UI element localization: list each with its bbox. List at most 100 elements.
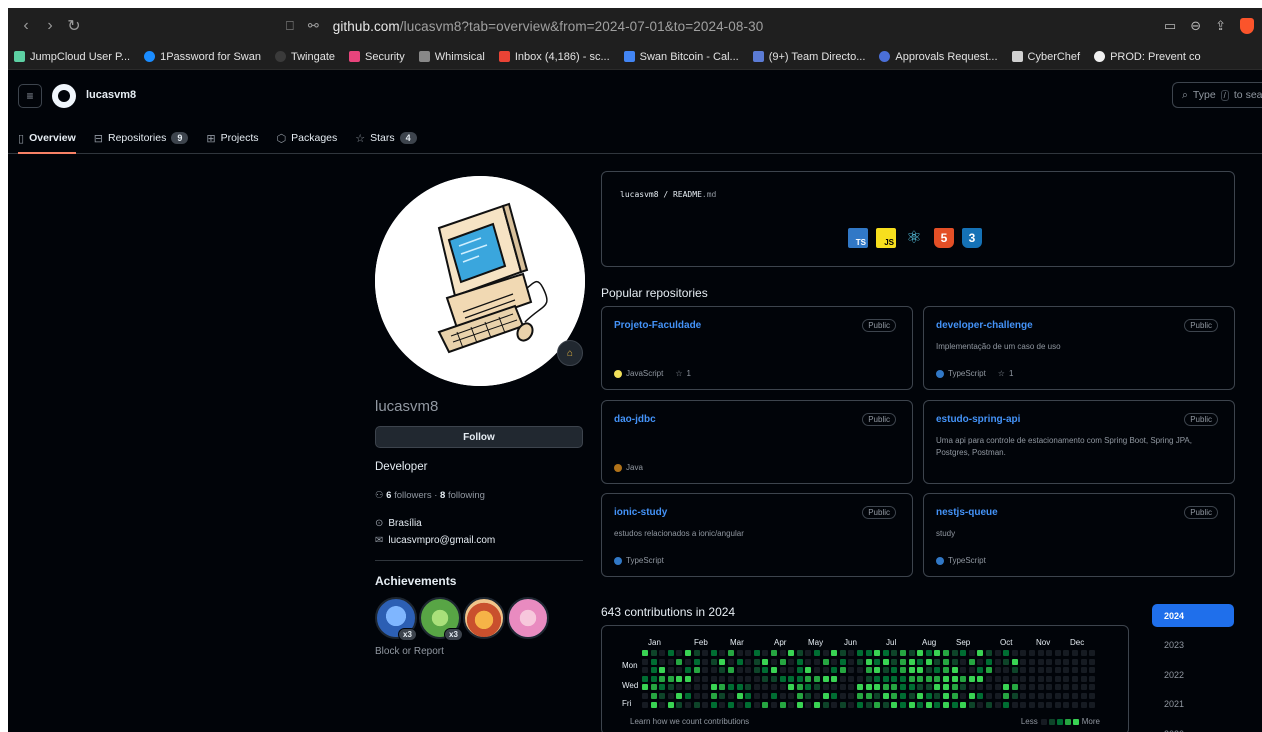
contribution-cell[interactable]	[900, 701, 906, 708]
contribution-cell[interactable]	[900, 667, 906, 674]
contribution-cell[interactable]	[1003, 693, 1010, 699]
contribution-cell[interactable]	[753, 667, 760, 674]
contribution-cell[interactable]	[1037, 658, 1044, 665]
contribution-cell[interactable]	[1011, 667, 1018, 674]
email-link[interactable]: lucasvmpro@gmail.com	[388, 535, 495, 546]
contribution-cell[interactable]	[908, 667, 915, 674]
contribution-cell[interactable]	[728, 658, 734, 665]
contribution-cell[interactable]	[1020, 650, 1027, 656]
contribution-cell[interactable]	[796, 667, 803, 674]
contribution-cell[interactable]	[710, 650, 717, 656]
contribution-cell[interactable]	[857, 650, 863, 656]
contribution-cell[interactable]	[788, 675, 795, 682]
contribution-cell[interactable]	[745, 650, 752, 656]
contribution-cell[interactable]	[719, 650, 726, 656]
contribution-cell[interactable]	[1054, 667, 1061, 674]
contribution-cell[interactable]	[762, 684, 769, 691]
contribution-cell[interactable]	[642, 684, 648, 691]
star-icon[interactable]: ☆	[675, 369, 682, 378]
contribution-cell[interactable]	[650, 658, 657, 665]
contribution-cell[interactable]	[676, 658, 683, 665]
contribution-cell[interactable]	[857, 675, 863, 682]
contribution-cell[interactable]	[702, 684, 709, 691]
contribution-cell[interactable]	[693, 684, 700, 691]
contribution-cell[interactable]	[745, 684, 752, 691]
bookmark-item[interactable]: 1Password for Swan	[138, 51, 269, 63]
contribution-cell[interactable]	[857, 667, 863, 674]
contribution-cell[interactable]	[814, 693, 820, 699]
contribution-cell[interactable]	[659, 684, 666, 691]
contribution-cell[interactable]	[771, 650, 777, 656]
contribution-cell[interactable]	[685, 675, 691, 682]
contribution-cell[interactable]	[642, 701, 648, 708]
contribution-cell[interactable]	[831, 675, 838, 682]
contribution-cell[interactable]	[925, 650, 932, 656]
contribution-cell[interactable]	[848, 675, 855, 682]
contribution-cell[interactable]	[960, 658, 967, 665]
contribution-cell[interactable]	[874, 650, 881, 656]
contribution-cell[interactable]	[1089, 693, 1096, 699]
contribution-cell[interactable]	[977, 658, 984, 665]
contribution-cell[interactable]	[728, 675, 734, 682]
contribution-cell[interactable]	[951, 650, 958, 656]
contribution-cell[interactable]	[805, 667, 812, 674]
contribution-cell[interactable]	[891, 658, 898, 665]
contribution-cell[interactable]	[1072, 667, 1078, 674]
contribution-cell[interactable]	[1072, 650, 1078, 656]
contribution-cell[interactable]	[943, 693, 949, 699]
tab-repositories[interactable]: ⊟ Repositories 9	[94, 128, 189, 148]
contribution-cell[interactable]	[831, 701, 838, 708]
contribution-cell[interactable]	[693, 650, 700, 656]
contribution-cell[interactable]	[968, 684, 975, 691]
contribution-cell[interactable]	[1054, 675, 1061, 682]
back-icon[interactable]: ‹	[14, 17, 38, 35]
contribution-cell[interactable]	[900, 675, 906, 682]
contribution-cell[interactable]	[943, 650, 949, 656]
contribution-cell[interactable]	[796, 650, 803, 656]
contribution-cell[interactable]	[951, 667, 958, 674]
contribution-cell[interactable]	[857, 693, 863, 699]
contribution-cell[interactable]	[977, 701, 984, 708]
contribution-cell[interactable]	[805, 701, 812, 708]
contribution-cell[interactable]	[728, 693, 734, 699]
bookmark-item[interactable]: Approvals Request...	[873, 51, 1005, 63]
contribution-cell[interactable]	[882, 650, 889, 656]
tab-stars[interactable]: ☆ Stars 4	[355, 128, 417, 148]
contribution-cell[interactable]	[814, 684, 820, 691]
contribution-cell[interactable]	[650, 650, 657, 656]
contribution-cell[interactable]	[1089, 658, 1096, 665]
contribution-cell[interactable]	[788, 658, 795, 665]
contribution-cell[interactable]	[1080, 701, 1087, 708]
achievements-title[interactable]: Achievements	[375, 574, 456, 588]
contribution-cell[interactable]	[710, 675, 717, 682]
contribution-cell[interactable]	[659, 658, 666, 665]
contribution-cell[interactable]	[891, 701, 898, 708]
contribution-cell[interactable]	[1089, 667, 1096, 674]
contribution-cell[interactable]	[925, 675, 932, 682]
contribution-cell[interactable]	[762, 650, 769, 656]
contribution-cell[interactable]	[968, 667, 975, 674]
contribution-cell[interactable]	[1072, 684, 1078, 691]
contribution-cell[interactable]	[1037, 650, 1044, 656]
bookmark-item[interactable]: Security	[343, 51, 413, 63]
contribution-cell[interactable]	[745, 658, 752, 665]
contribution-cell[interactable]	[762, 675, 769, 682]
contribution-cell[interactable]	[1011, 693, 1018, 699]
contribution-cell[interactable]	[1080, 693, 1087, 699]
contribution-cell[interactable]	[659, 667, 666, 674]
bookmark-item[interactable]: Twingate	[269, 51, 343, 63]
contribution-cell[interactable]	[977, 667, 984, 674]
contribution-cell[interactable]	[891, 675, 898, 682]
contribution-cell[interactable]	[934, 667, 941, 674]
contribution-cell[interactable]	[994, 675, 1001, 682]
contribution-cell[interactable]	[710, 667, 717, 674]
address-bar[interactable]: ⎕ ⚯ github.com/lucasvm8?tab=overview&fro…	[286, 8, 763, 44]
contribution-cell[interactable]	[882, 693, 889, 699]
contribution-cell[interactable]	[891, 650, 898, 656]
contribution-cell[interactable]	[1029, 701, 1035, 708]
contribution-cell[interactable]	[968, 650, 975, 656]
contribution-cell[interactable]	[779, 675, 786, 682]
contribution-cell[interactable]	[710, 684, 717, 691]
tab-projects[interactable]: ⊞ Projects	[206, 128, 258, 148]
contribution-cell[interactable]	[925, 701, 932, 708]
